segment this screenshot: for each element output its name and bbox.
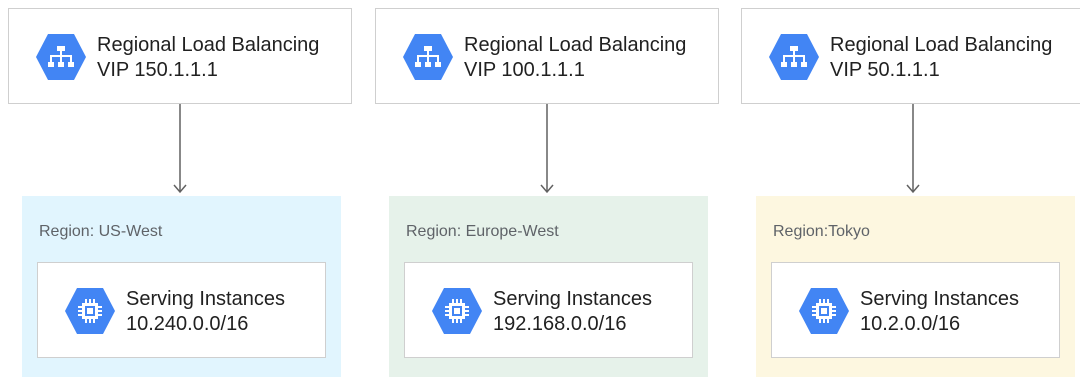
load-balancer-vip: VIP 50.1.1.1 xyxy=(830,59,940,81)
load-balancer-card-europe-west: Regional Load Balancing VIP 100.1.1.1 xyxy=(375,8,719,104)
load-balancer-card-tokyo: Regional Load Balancing VIP 50.1.1.1 xyxy=(741,8,1080,104)
compute-chip-icon xyxy=(799,288,849,334)
serving-instances-title: Serving Instances xyxy=(493,288,652,310)
region-label: Region: Europe-West xyxy=(406,223,559,240)
load-balancer-title: Regional Load Balancing xyxy=(830,34,1053,56)
serving-instances-title: Serving Instances xyxy=(860,288,1019,310)
serving-instances-card: Serving Instances 10.2.0.0/16 xyxy=(771,262,1060,358)
load-balancer-icon xyxy=(403,34,453,80)
serving-instances-cidr: 10.240.0.0/16 xyxy=(126,313,249,335)
arrow-down-connector xyxy=(906,104,920,194)
serving-instances-card: Serving Instances 10.240.0.0/16 xyxy=(37,262,326,358)
load-balancer-card-us-west: Regional Load Balancing VIP 150.1.1.1 xyxy=(8,8,352,104)
load-balancer-icon xyxy=(36,34,86,80)
serving-instances-cidr: 10.2.0.0/16 xyxy=(860,313,961,335)
load-balancer-title: Regional Load Balancing xyxy=(464,34,687,56)
load-balancer-title: Regional Load Balancing xyxy=(97,34,320,56)
region-europe-west: Region: Europe-West Serving Instances 19… xyxy=(389,196,708,377)
compute-chip-icon xyxy=(432,288,482,334)
load-balancer-vip: VIP 150.1.1.1 xyxy=(97,59,218,81)
region-us-west: Region: US-West Serving Instances 10.240… xyxy=(22,196,341,377)
serving-instances-card: Serving Instances 192.168.0.0/16 xyxy=(404,262,693,358)
compute-chip-icon xyxy=(65,288,115,334)
arrow-down-connector xyxy=(540,104,554,194)
region-label: Region:Tokyo xyxy=(773,223,870,240)
serving-instances-title: Serving Instances xyxy=(126,288,285,310)
region-label: Region: US-West xyxy=(39,223,163,240)
load-balancer-vip: VIP 100.1.1.1 xyxy=(464,59,585,81)
arrow-down-connector xyxy=(173,104,187,194)
load-balancer-icon xyxy=(769,34,819,80)
serving-instances-cidr: 192.168.0.0/16 xyxy=(493,313,627,335)
region-tokyo: Region:Tokyo Serving Instances 10.2.0.0/… xyxy=(756,196,1075,377)
